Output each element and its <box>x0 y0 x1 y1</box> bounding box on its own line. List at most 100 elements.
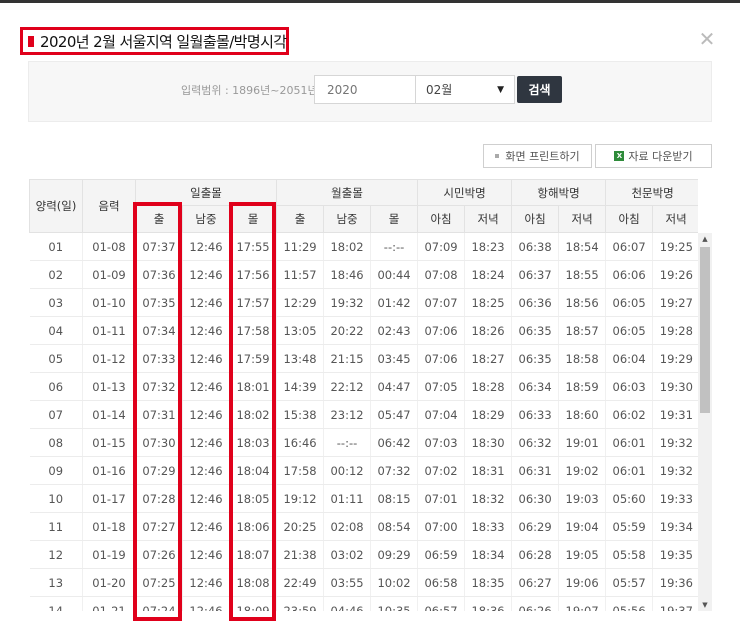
table-cell: 18:55 <box>558 260 606 289</box>
top-border <box>0 0 740 3</box>
scroll-up-icon[interactable]: ▲ <box>698 233 712 245</box>
table-cell: 07:05 <box>417 372 465 401</box>
table-cell: 08:15 <box>370 484 418 513</box>
table-cell: 17:55 <box>228 232 277 261</box>
table-cell: 07:26 <box>135 540 183 569</box>
table-cell: 12:46 <box>182 484 230 513</box>
table-cell: 18:57 <box>558 316 606 345</box>
table-cell: 01-08 <box>82 232 136 261</box>
table-row: 01 01-08 07:37 12:46 17:55 11:29 18:02 --:-- 07:… <box>29 232 698 261</box>
table-cell: 06:33 <box>511 400 559 429</box>
table-cell: 05:47 <box>370 400 418 429</box>
table-cell: 07:29 <box>135 456 183 485</box>
table-cell: 20:22 <box>323 316 371 345</box>
download-button[interactable]: X 자료 다운받기 <box>595 144 712 168</box>
table-cell: 19:27 <box>652 288 698 317</box>
table-row: 12 01-19 07:26 12:46 18:07 21:38 03:02 09:29 06:… <box>29 540 698 569</box>
table-cell: 11:57 <box>276 260 324 289</box>
table-cell: 07:01 <box>417 484 465 513</box>
table-cell: 06:37 <box>511 260 559 289</box>
table-cell: 19:03 <box>558 484 606 513</box>
table-cell: 06:35 <box>511 344 559 373</box>
table-cell: 06:01 <box>605 428 653 457</box>
table-cell: 19:26 <box>652 260 698 289</box>
table-cell: 18:56 <box>558 288 606 317</box>
table-cell: 01 <box>29 232 83 261</box>
header-lunar-date: 음력 <box>82 179 136 233</box>
table-row: 06 01-13 07:32 12:46 18:01 14:39 22:12 04:47 07:… <box>29 372 698 401</box>
table-cell: 01-17 <box>82 484 136 513</box>
table-cell: 19:36 <box>652 568 698 597</box>
table-cell: 06:06 <box>605 260 653 289</box>
scrollbar-thumb[interactable] <box>700 247 710 413</box>
table-cell: 04:46 <box>323 596 371 611</box>
close-icon[interactable]: ✕ <box>698 29 716 49</box>
chevron-down-icon: ▼ <box>497 84 504 95</box>
table-cell: 12:46 <box>182 456 230 485</box>
print-button[interactable]: 화면 프린트하기 <box>483 144 592 168</box>
table-cell: 19:33 <box>652 484 698 513</box>
table-cell: 07:35 <box>135 288 183 317</box>
table-cell: 12:46 <box>182 512 230 541</box>
table-cell: 07:02 <box>417 456 465 485</box>
table-cell: 07:32 <box>135 372 183 401</box>
table-row: 04 01-11 07:34 12:46 17:58 13:05 20:22 02:43 07:… <box>29 316 698 345</box>
table-row: 09 01-16 07:29 12:46 18:04 17:58 00:12 07:32 07:… <box>29 456 698 485</box>
table-cell: 05 <box>29 344 83 373</box>
table-cell: 14 <box>29 596 83 611</box>
title-highlight: 2020년 2월 서울지역 일월출몰/박명시각 <box>20 27 289 55</box>
header-astro-morning: 아침 <box>605 205 654 233</box>
header-civil-twilight: 시민박명 <box>417 179 513 206</box>
table-cell: 19:06 <box>558 568 606 597</box>
table-cell: 06:07 <box>605 232 653 261</box>
table-cell: 18:35 <box>464 568 512 597</box>
table-cell: 01-20 <box>82 568 136 597</box>
table-cell: 12:29 <box>276 288 324 317</box>
scroll-down-icon[interactable]: ▼ <box>698 599 712 611</box>
month-select[interactable]: 02월 ▼ <box>415 75 515 104</box>
table-cell: 06:59 <box>417 540 465 569</box>
table-cell: 01-09 <box>82 260 136 289</box>
table-cell: 07:06 <box>417 316 465 345</box>
header-astronomical-twilight: 천문박명 <box>605 179 698 206</box>
table-cell: 03 <box>29 288 83 317</box>
sun-moon-table: 양력(일) 음력 일출몰 월출몰 시민박명 항해박명 천문박명 출 남중 몰 출… <box>29 179 698 611</box>
table-cell: 18:28 <box>464 372 512 401</box>
table-cell: 06:32 <box>511 428 559 457</box>
header-sun-set: 몰 <box>228 205 278 233</box>
table-cell: 18:26 <box>464 316 512 345</box>
table-body: 01 01-08 07:37 12:46 17:55 11:29 18:02 --:-- 07:… <box>29 232 698 611</box>
table-cell: 19:28 <box>652 316 698 345</box>
square-bullet-icon <box>28 35 34 47</box>
table-cell: 19:05 <box>558 540 606 569</box>
table-cell: 01-15 <box>82 428 136 457</box>
table-cell: 18:59 <box>558 372 606 401</box>
table-cell: 01-12 <box>82 344 136 373</box>
square-icon <box>495 154 500 158</box>
table-cell: 05:59 <box>605 512 653 541</box>
table-cell: 06:30 <box>511 484 559 513</box>
table-cell: 16:46 <box>276 428 324 457</box>
table-cell: 12:46 <box>182 232 230 261</box>
table-cell: 03:02 <box>323 540 371 569</box>
header-nautical-morning: 아침 <box>511 205 560 233</box>
table-cell: 02:43 <box>370 316 418 345</box>
search-button[interactable]: 검색 <box>517 76 562 103</box>
table-cell: 19:07 <box>558 596 606 611</box>
table-cell: 06:38 <box>511 232 559 261</box>
table-cell: 07:06 <box>417 344 465 373</box>
table-cell: 19:34 <box>652 512 698 541</box>
table-cell: 12:46 <box>182 260 230 289</box>
vertical-scrollbar[interactable]: ▲ ▼ <box>698 233 712 611</box>
header-astro-evening: 저녁 <box>652 205 698 233</box>
table-cell: 06:26 <box>511 596 559 611</box>
table-scroll-area[interactable]: 양력(일) 음력 일출몰 월출몰 시민박명 항해박명 천문박명 출 남중 몰 출… <box>29 179 698 611</box>
table-cell: 12:46 <box>182 596 230 611</box>
table-cell: --:-- <box>323 428 371 457</box>
table-cell: 17:58 <box>276 456 324 485</box>
table-cell: 18:46 <box>323 260 371 289</box>
table-cell: 12 <box>29 540 83 569</box>
table-cell: 01:11 <box>323 484 371 513</box>
table-cell: 19:04 <box>558 512 606 541</box>
table-cell: 18:32 <box>464 484 512 513</box>
